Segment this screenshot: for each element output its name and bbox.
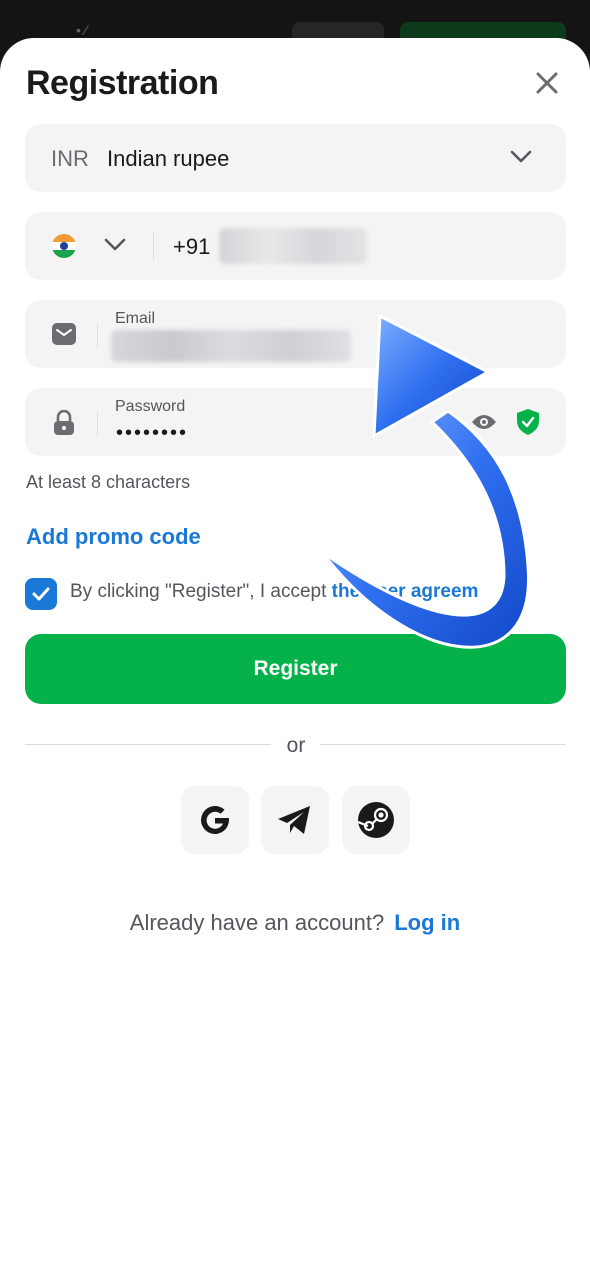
password-field[interactable]: Password •••••••• <box>25 388 566 456</box>
password-hint: At least 8 characters <box>26 472 191 492</box>
currency-code: INR <box>51 146 89 171</box>
chevron-down-icon <box>509 148 533 171</box>
steam-icon <box>357 802 394 838</box>
eye-icon[interactable] <box>471 412 497 437</box>
divider-right <box>320 744 566 745</box>
phone-prefix: +91 <box>173 234 211 259</box>
email-divider <box>97 322 98 348</box>
telegram-icon <box>278 806 310 834</box>
password-label: Password <box>115 398 186 415</box>
login-question: Already have an account? <box>129 910 385 935</box>
divider-left <box>25 744 271 745</box>
user-agreement-link[interactable]: the user agreem <box>332 581 479 602</box>
phone-divider <box>153 232 154 260</box>
email-value <box>111 330 351 362</box>
steam-login-button[interactable] <box>342 786 410 854</box>
lock-icon <box>53 409 75 441</box>
email-field[interactable]: Email <box>25 300 566 368</box>
telegram-login-button[interactable] <box>261 786 329 854</box>
password-divider <box>97 410 98 436</box>
agreement-checkbox[interactable] <box>25 578 57 610</box>
login-link[interactable]: Log in <box>394 910 460 935</box>
phone-number-input[interactable] <box>219 228 367 264</box>
or-separator: or <box>286 734 306 757</box>
login-prompt: Already have an account? Log in <box>0 910 590 936</box>
google-icon <box>201 805 229 834</box>
agreement-text: By clicking "Register", I accept the use… <box>70 581 478 603</box>
shield-check-icon <box>515 408 541 441</box>
page-title: Registration <box>26 64 219 102</box>
currency-name: Indian rupee <box>107 146 230 171</box>
registration-sheet: Registration INR Indian rupee +91 Email <box>0 38 590 1280</box>
register-button[interactable]: Register <box>25 634 566 704</box>
india-flag-icon[interactable] <box>52 234 76 258</box>
email-label: Email <box>115 310 156 327</box>
phone-field: +91 <box>25 212 566 280</box>
close-icon[interactable] <box>532 68 562 98</box>
agreement-prefix: By clicking "Register", I accept <box>70 581 332 602</box>
country-chevron-down-icon[interactable] <box>103 236 127 259</box>
checkbox-check-icon <box>32 587 50 601</box>
password-value: •••••••• <box>116 422 189 444</box>
currency-select[interactable]: INR Indian rupee <box>25 124 566 192</box>
mail-icon <box>51 322 77 351</box>
add-promo-code-link[interactable]: Add promo code <box>26 524 201 550</box>
google-login-button[interactable] <box>181 786 249 854</box>
